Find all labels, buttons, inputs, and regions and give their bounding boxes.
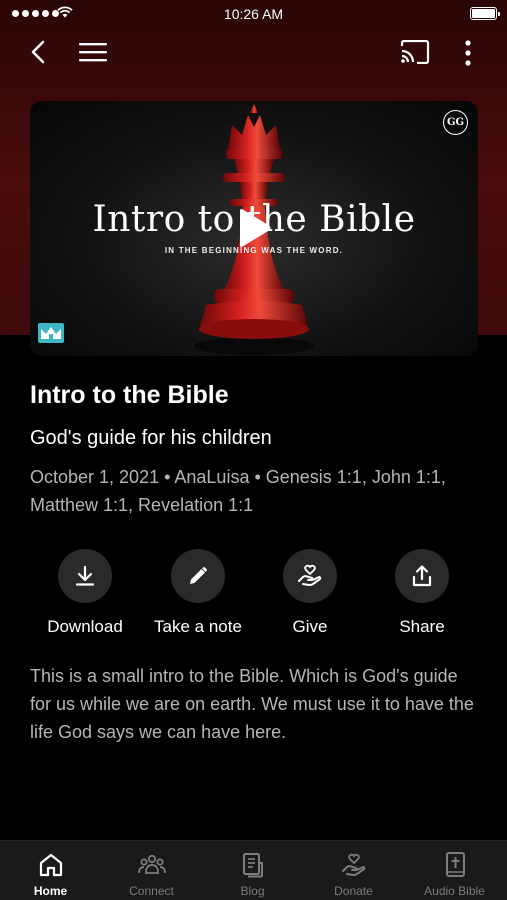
sermon-meta: October 1, 2021 • AnaLuisa • Genesis 1:1… <box>30 467 446 515</box>
page-title: Intro to the Bible <box>30 381 229 409</box>
donate-icon <box>342 853 366 877</box>
sermon-description: This is a small intro to the Bible. Whic… <box>30 666 474 742</box>
status-bar: 10:26 AM <box>0 0 507 28</box>
play-icon[interactable] <box>236 208 272 248</box>
take-note-button[interactable]: Take a note <box>142 549 254 637</box>
tab-home-label: Home <box>33 884 68 898</box>
tab-connect[interactable]: Connect <box>101 841 202 900</box>
people-icon <box>138 854 166 874</box>
bible-icon <box>446 852 465 877</box>
tab-bar: Home Connect Blog Donate Audio Bible <box>0 840 507 900</box>
share-icon <box>395 549 449 603</box>
battery-icon <box>470 7 500 20</box>
download-icon <box>58 549 112 603</box>
take-note-label: Take a note <box>154 617 242 636</box>
blog-icon <box>243 853 263 878</box>
give-label: Give <box>292 617 328 636</box>
download-label: Download <box>47 617 123 636</box>
give-icon <box>283 549 337 603</box>
church-logo-icon <box>38 323 64 343</box>
page-subtitle: God's guide for his children <box>30 427 272 449</box>
more-options-icon[interactable] <box>463 40 473 66</box>
back-chevron-icon[interactable] <box>28 40 48 64</box>
pencil-icon <box>171 549 225 603</box>
share-button[interactable]: Share <box>366 549 478 637</box>
give-button[interactable]: Give <box>254 549 366 637</box>
tab-home[interactable]: Home <box>0 841 101 900</box>
home-icon <box>39 853 63 877</box>
tab-donate[interactable]: Donate <box>303 841 404 900</box>
tab-connect-label: Connect <box>129 884 174 898</box>
tab-audio-bible[interactable]: Audio Bible <box>404 841 505 900</box>
download-button[interactable]: Download <box>29 549 141 637</box>
share-label: Share <box>399 617 445 636</box>
tab-blog-label: Blog <box>240 884 265 898</box>
tab-blog[interactable]: Blog <box>202 841 303 900</box>
tab-audio-bible-label: Audio Bible <box>424 884 485 898</box>
menu-icon[interactable] <box>79 42 107 62</box>
status-time: 10:26 AM <box>223 6 284 22</box>
cast-icon[interactable] <box>400 40 430 64</box>
tab-donate-label: Donate <box>334 884 373 898</box>
gg-logo: GG <box>443 110 468 135</box>
video-player[interactable]: Intro to the Bible IN THE BEGINNING WAS … <box>30 101 478 356</box>
